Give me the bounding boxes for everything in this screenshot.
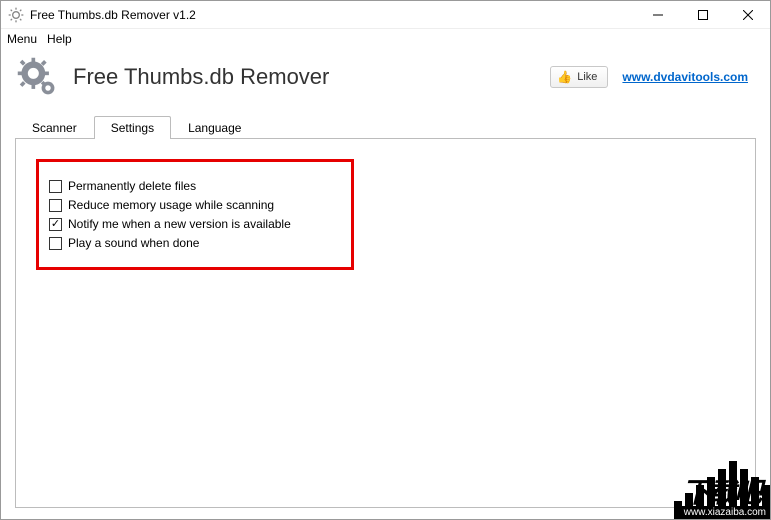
option-label: Notify me when a new version is availabl… [68,217,291,231]
checkbox-icon[interactable] [49,180,62,193]
option-notify-new-version[interactable]: Notify me when a new version is availabl… [49,217,291,231]
option-label: Permanently delete files [68,179,196,193]
option-label: Play a sound when done [68,236,199,250]
logo-gear-icon [15,55,59,99]
menubar: Menu Help [1,29,770,49]
option-permanently-delete[interactable]: Permanently delete files [49,179,291,193]
highlight-box: Permanently delete files Reduce memory u… [36,159,354,270]
menu-menu[interactable]: Menu [7,32,37,46]
minimize-button[interactable] [635,1,680,28]
checkbox-icon[interactable] [49,199,62,212]
tab-scanner[interactable]: Scanner [15,116,94,139]
like-button[interactable]: 👍 Like [550,66,608,88]
menu-help[interactable]: Help [47,32,72,46]
tab-settings[interactable]: Settings [94,116,171,139]
window-title: Free Thumbs.db Remover v1.2 [30,8,635,22]
tab-strip: Scanner Settings Language [15,115,756,138]
site-link[interactable]: www.dvdavitools.com [622,70,748,84]
option-play-sound[interactable]: Play a sound when done [49,236,291,250]
app-gear-icon [8,7,24,23]
option-reduce-memory[interactable]: Reduce memory usage while scanning [49,198,291,212]
tab-content-settings: Permanently delete files Reduce memory u… [15,138,756,508]
option-label: Reduce memory usage while scanning [68,198,274,212]
window-buttons [635,1,770,28]
titlebar: Free Thumbs.db Remover v1.2 [1,1,770,29]
tab-area: Scanner Settings Language Permanently de… [15,115,756,515]
header: Free Thumbs.db Remover 👍 Like www.dvdavi… [1,49,770,109]
close-button[interactable] [725,1,770,28]
like-label: Like [577,71,597,83]
maximize-button[interactable] [680,1,725,28]
thumbs-up-icon: 👍 [557,70,572,84]
tab-language[interactable]: Language [171,116,258,139]
checkbox-icon[interactable] [49,218,62,231]
app-title: Free Thumbs.db Remover [73,64,550,90]
checkbox-icon[interactable] [49,237,62,250]
